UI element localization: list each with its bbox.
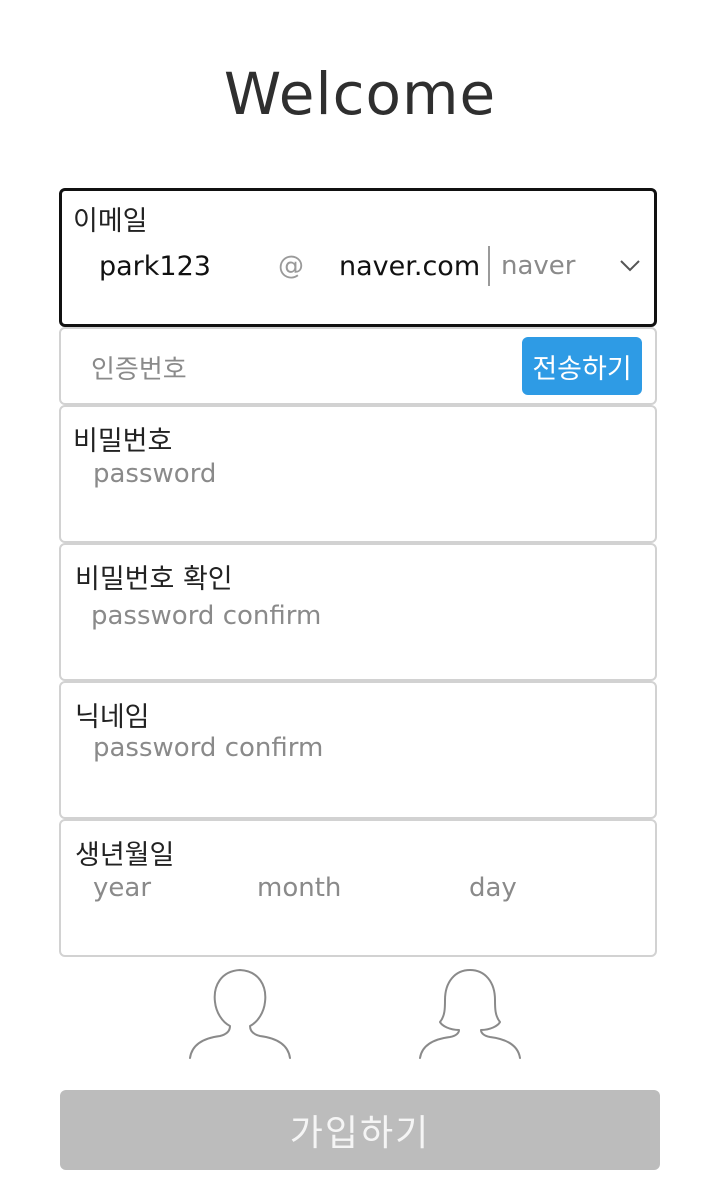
male-user-icon[interactable] [188,966,292,1060]
email-label: 이메일 [73,206,148,237]
password-confirm-input[interactable]: password confirm [91,601,321,631]
password-confirm-label: 비밀번호 확인 [75,564,233,595]
birthdate-field-group: 생년월일 year month day [59,819,657,957]
email-divider [488,246,490,286]
verification-code-input[interactable]: 인증번호 [91,349,187,386]
password-confirm-field-group[interactable]: 비밀번호 확인 password confirm [59,543,657,681]
password-input[interactable]: password [93,459,216,489]
birth-year-input[interactable]: year [93,873,151,903]
birth-day-input[interactable]: day [469,873,517,903]
female-user-icon[interactable] [418,966,522,1060]
email-domain-input[interactable]: naver.com [339,251,480,282]
nickname-label: 닉네임 [75,702,150,733]
password-field-group[interactable]: 비밀번호 password [59,405,657,543]
nickname-input[interactable]: password confirm [93,733,323,763]
birth-month-input[interactable]: month [257,873,341,903]
verification-field-group: 인증번호 전송하기 [59,327,657,405]
send-code-button[interactable]: 전송하기 [522,337,642,395]
page-title: Welcome [223,60,497,128]
signup-button[interactable]: 가입하기 [60,1090,660,1170]
password-label: 비밀번호 [73,426,173,457]
email-at-symbol: @ [278,251,304,281]
birthdate-label: 생년월일 [75,840,175,871]
email-id-input[interactable]: park123 [99,251,211,282]
chevron-down-icon[interactable] [618,253,642,277]
nickname-field-group[interactable]: 닉네임 password confirm [59,681,657,819]
email-domain-select[interactable]: naver [501,251,575,281]
email-field-group: 이메일 park123 @ naver.com naver [59,188,657,327]
